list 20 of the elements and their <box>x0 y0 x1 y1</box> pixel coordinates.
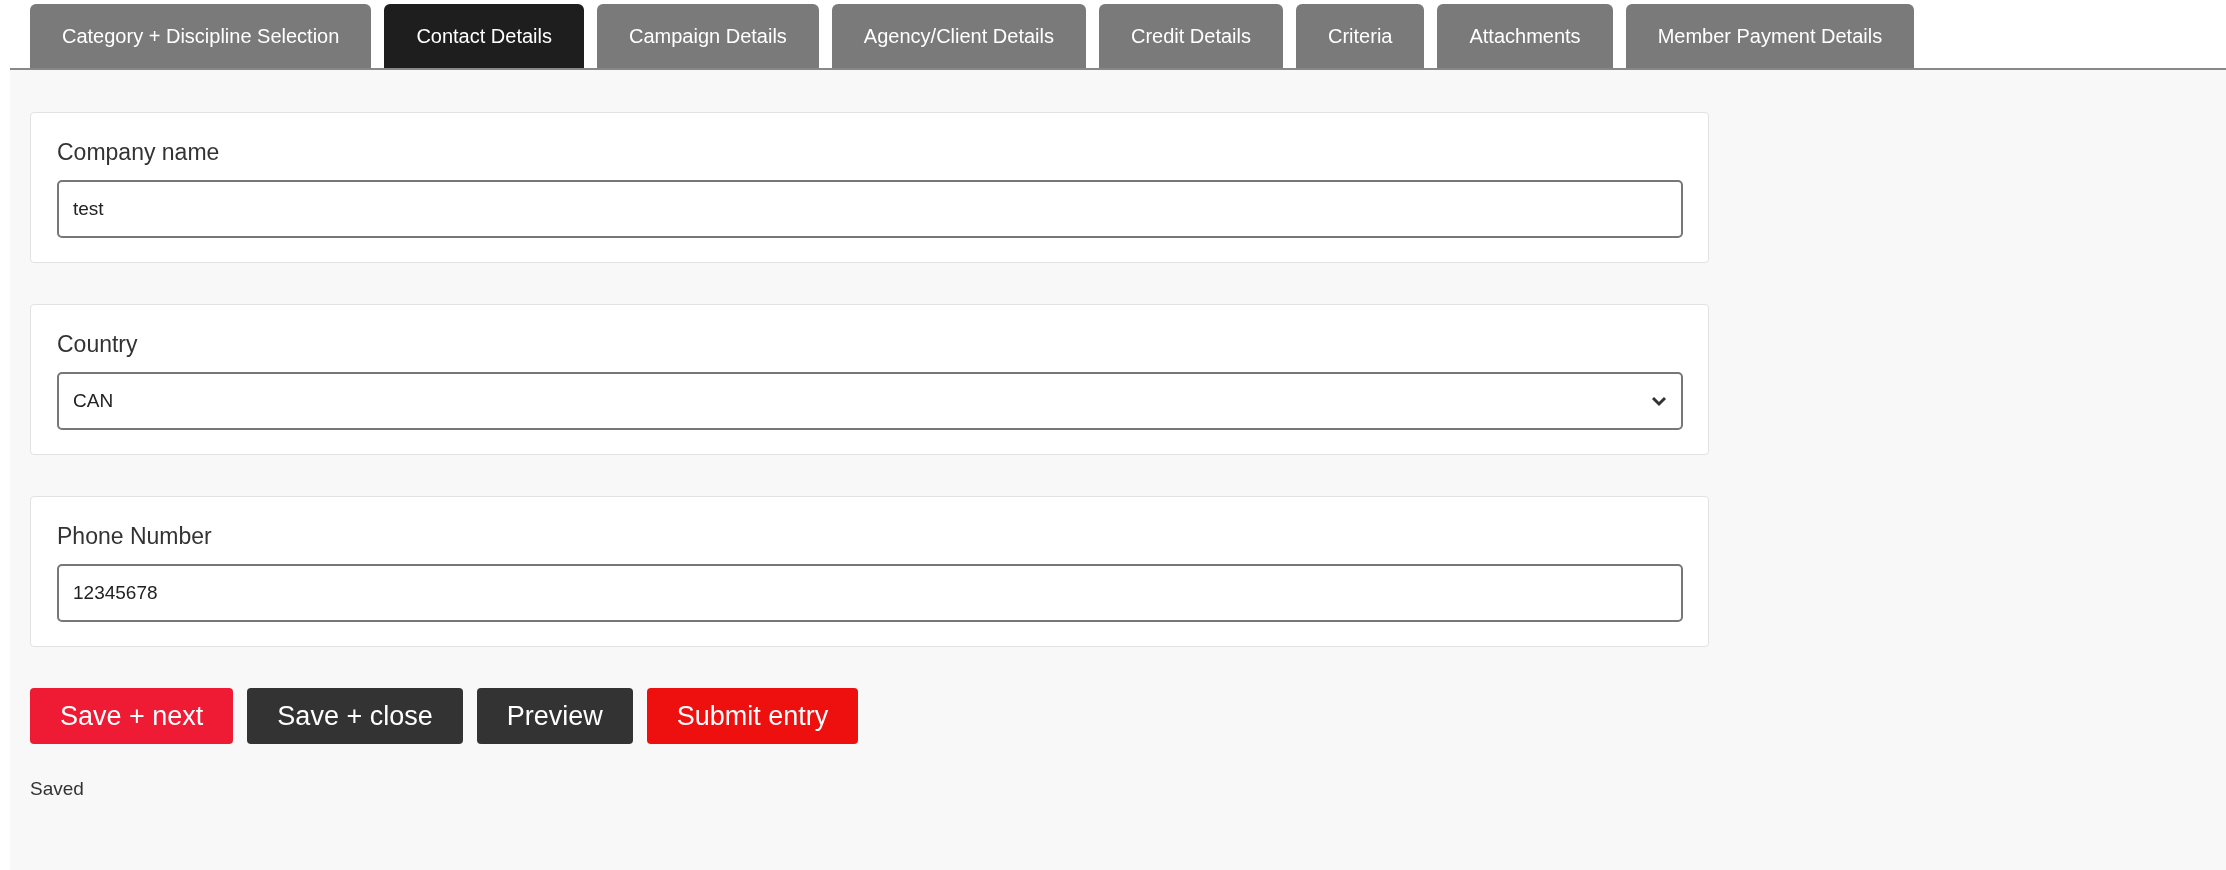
tab[interactable]: Agency/Client Details <box>831 4 1086 68</box>
submit-button[interactable]: Submit entry <box>646 688 859 744</box>
action-button[interactable]: Save + next <box>30 688 234 744</box>
action-button[interactable]: Save + close <box>247 688 463 744</box>
tab[interactable]: Contact Details <box>384 4 584 68</box>
field-label: Phone Number <box>57 523 213 550</box>
tab[interactable]: Member Payment Details <box>1625 4 1915 68</box>
country-dropdown[interactable]: CAN <box>57 372 1683 430</box>
input-field[interactable]: test <box>57 180 1683 238</box>
tab[interactable]: Credit Details <box>1098 4 1283 68</box>
status-text: Saved <box>30 778 85 800</box>
tab[interactable]: Category + Discipline Selection <box>30 4 372 68</box>
input-field[interactable]: 12345678 <box>57 564 1683 622</box>
action-button[interactable]: Preview <box>476 688 633 744</box>
tab[interactable]: Attachments <box>1437 4 1613 68</box>
tab[interactable]: Campaign Details <box>597 4 819 68</box>
tab[interactable]: Criteria <box>1296 4 1425 68</box>
field-label: Country <box>57 331 139 358</box>
chevron-down-icon <box>1651 395 1667 407</box>
field-label: Company name <box>57 139 221 166</box>
